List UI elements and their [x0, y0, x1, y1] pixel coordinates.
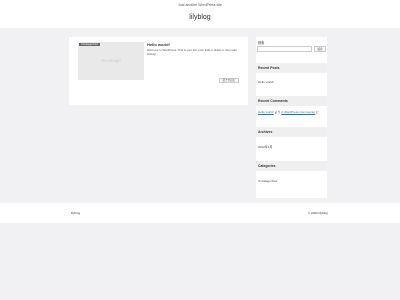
comment-author-link[interactable]: A WordPress Commenter [281, 110, 315, 114]
categories-heading: Categories [256, 161, 327, 171]
recent-comment-item: Hello world! より A WordPress Commenter に [258, 110, 326, 114]
read-more-button[interactable]: 続きを読む [219, 78, 239, 83]
footer-copyright: © 2022 lilyblog [308, 211, 328, 215]
post-thumbnail[interactable]: Uncategorized No Image [78, 42, 144, 80]
search-button[interactable]: 検索 [314, 46, 326, 52]
recent-posts-heading: Recent Posts [256, 63, 327, 73]
site-footer: lilyblog © 2022 lilyblog [0, 203, 400, 223]
recent-post-link[interactable]: Hello world! [258, 80, 274, 84]
recent-comments-heading: Recent Comments [256, 96, 327, 106]
archives-heading: Archives [256, 127, 327, 137]
sidebar: 検索 検索 Recent Posts Hello world! Recent C… [256, 37, 327, 198]
comment-post-link[interactable]: Hello world! [258, 110, 274, 114]
archive-link[interactable]: 2022年1月 [258, 145, 272, 149]
site-header: Just another WordPress site lilyblog [0, 0, 400, 28]
post-card: Uncategorized No Image Hello world! Welc… [69, 37, 248, 105]
category-badge[interactable]: Uncategorized [79, 43, 100, 47]
search-label: 検索 [258, 41, 265, 45]
footer-site-name[interactable]: lilyblog [71, 211, 80, 215]
comment-suffix: に [315, 110, 320, 114]
site-title[interactable]: lilyblog [0, 14, 400, 21]
search-input[interactable] [257, 46, 312, 52]
thumbnail-placeholder-text: No Image [101, 58, 121, 63]
category-link[interactable]: Uncategorized [258, 179, 277, 183]
post-excerpt: Welcome to WordPress. This is your first… [147, 48, 237, 56]
post-title[interactable]: Hello world! [147, 42, 170, 47]
site-tagline: Just another WordPress site [178, 3, 222, 7]
